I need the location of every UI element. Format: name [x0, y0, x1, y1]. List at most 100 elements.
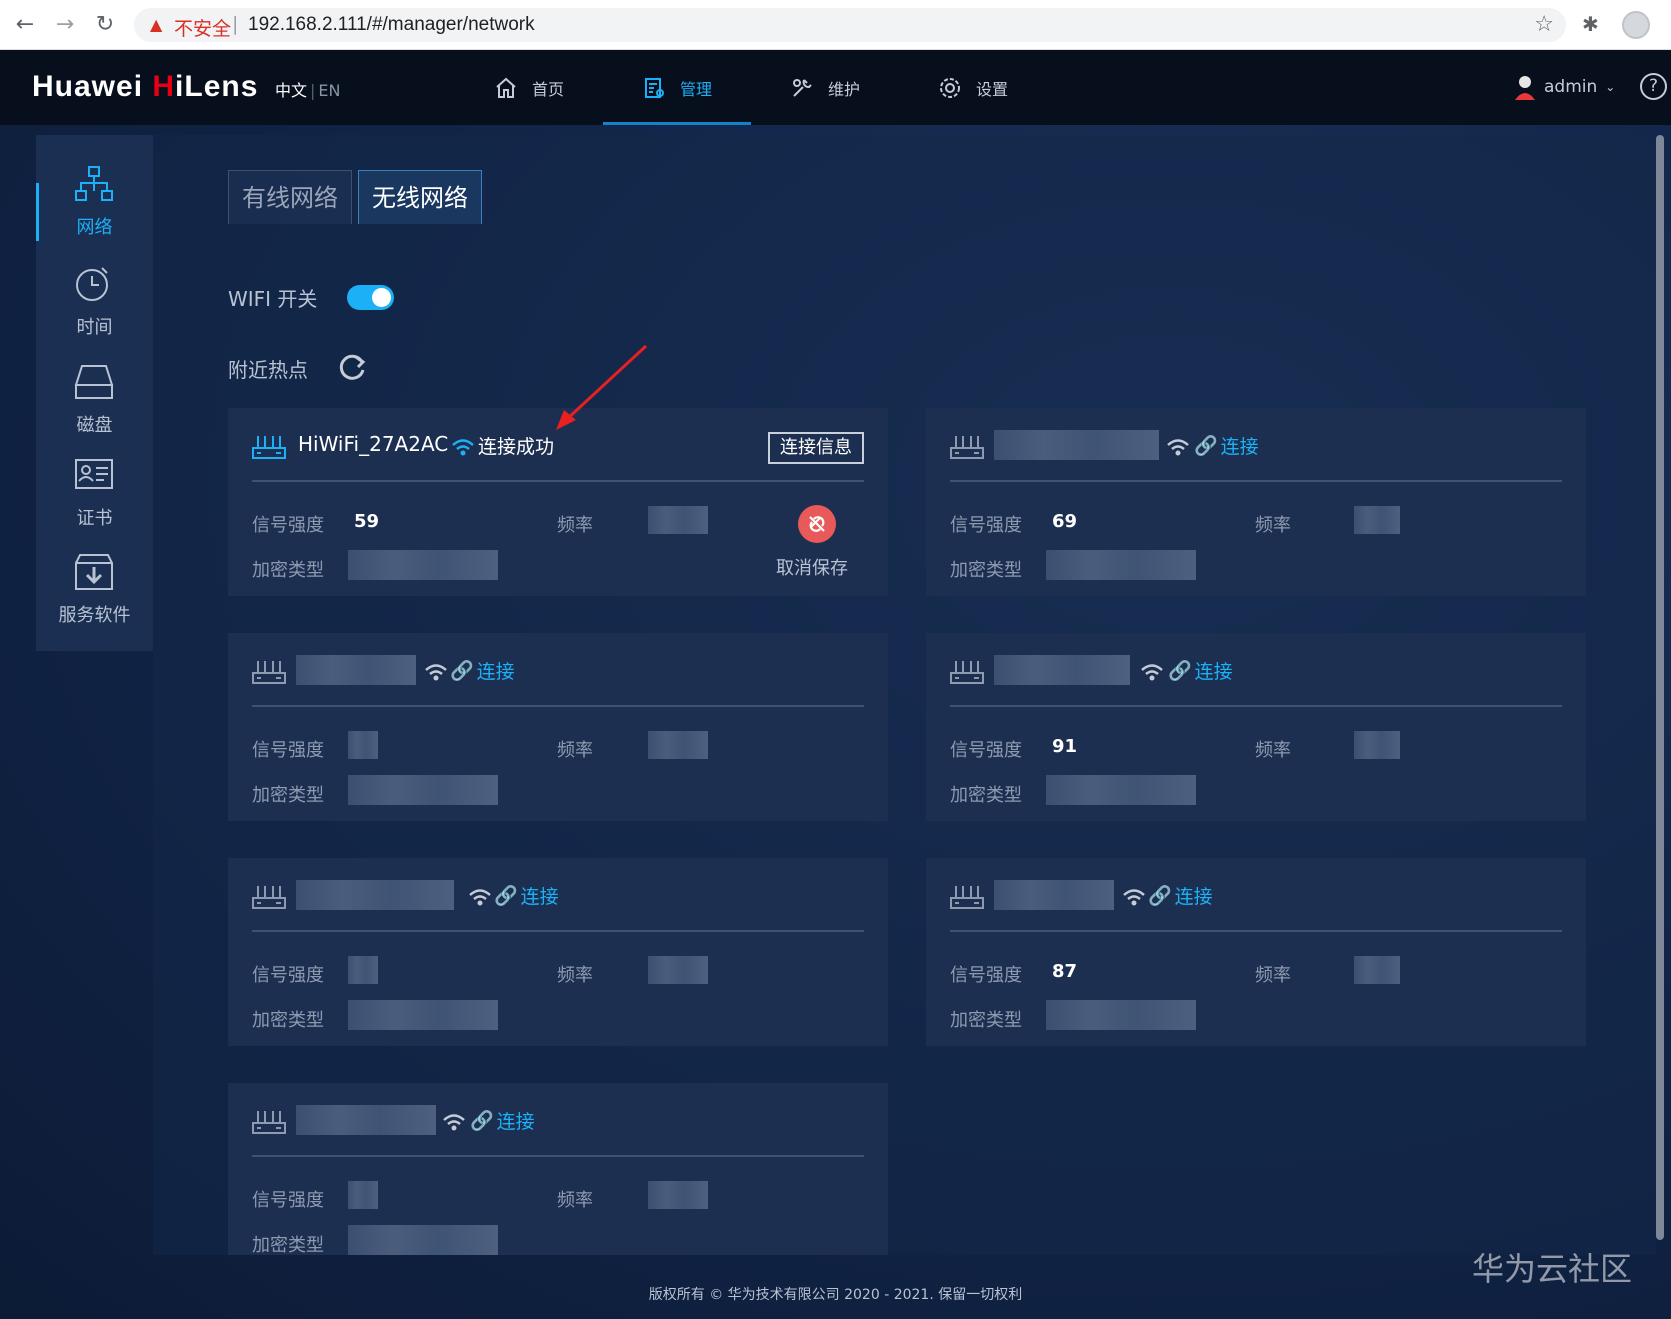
ssid-masked: [994, 880, 1114, 910]
hotspot-card: HiWiFi_27A2AC 连接成功 连接信息 信号强度 59 频率 加密类型 …: [228, 408, 888, 596]
wifi-icon: [425, 664, 447, 681]
signal-value-masked: [348, 731, 378, 759]
url-text[interactable]: 192.168.2.111/#/manager/network: [248, 14, 535, 36]
back-arrow-icon[interactable]: ←: [12, 12, 38, 38]
unsave-button[interactable]: 取消保存: [776, 554, 848, 580]
sidebar: 网络 时间 磁盘 证书 服务软件: [36, 135, 153, 651]
hotspot-card: 🔗 连接 信号强度 频率 加密类型: [228, 1083, 888, 1256]
signal-value: 69: [1052, 511, 1078, 532]
sidebar-item-time[interactable]: 时间: [36, 255, 153, 345]
signal-label: 信号强度: [252, 1190, 324, 1211]
tab-wireless-network[interactable]: 无线网络: [358, 170, 482, 224]
lang-en[interactable]: EN: [318, 81, 340, 100]
connect-link[interactable]: 🔗 连接: [1148, 882, 1213, 909]
encrypt-value-masked: [348, 1000, 498, 1030]
chevron-down-icon: ⌄: [1605, 80, 1616, 94]
bookmark-star-icon[interactable]: ☆: [1534, 12, 1554, 37]
encrypt-value-masked: [1046, 775, 1196, 805]
ssid-masked: [296, 880, 454, 910]
freq-label: 频率: [1255, 740, 1291, 761]
card-divider: [950, 930, 1562, 932]
freq-label: 频率: [557, 515, 593, 536]
freq-value-masked: [1354, 956, 1400, 984]
connect-link[interactable]: 🔗 连接: [450, 657, 515, 684]
encrypt-label: 加密类型: [950, 560, 1022, 581]
nav-maintenance[interactable]: 维护: [751, 50, 899, 125]
signal-label: 信号强度: [252, 740, 324, 761]
encrypt-label: 加密类型: [252, 1010, 324, 1031]
user-menu[interactable]: admin ⌄: [1514, 74, 1615, 100]
disk-icon: [74, 365, 114, 399]
sidebar-item-service-software[interactable]: 服务软件: [36, 543, 153, 633]
encrypt-value-masked: [348, 550, 498, 580]
router-icon: [950, 886, 984, 909]
language-switch: 中文 | EN: [275, 81, 341, 100]
link-icon: 🔗: [1194, 435, 1218, 457]
unsave-icon[interactable]: [798, 505, 836, 543]
reload-icon[interactable]: ↻: [92, 12, 118, 38]
extensions-puzzle-icon[interactable]: ✱: [1582, 12, 1599, 36]
wifi-icon: [1123, 889, 1145, 906]
encrypt-label: 加密类型: [950, 785, 1022, 806]
router-icon: [252, 436, 286, 459]
signal-label: 信号强度: [950, 740, 1022, 761]
wifi-icon: [1141, 664, 1163, 681]
app-header: Huawei HiLens 中文 | EN 首页 管理 维护 设置 admin ⌄ …: [0, 50, 1671, 125]
signal-value-masked: [348, 1181, 378, 1209]
address-bar[interactable]: ▲ 不安全 | 192.168.2.111/#/manager/network …: [134, 8, 1566, 42]
signal-value: 87: [1052, 961, 1078, 982]
profile-avatar-icon[interactable]: [1622, 11, 1650, 39]
scrollbar[interactable]: [1656, 135, 1664, 1240]
connect-link[interactable]: 🔗 连接: [1194, 432, 1259, 459]
wifi-icon: [469, 889, 491, 906]
ssid-masked: [994, 430, 1159, 460]
connection-info-button[interactable]: 连接信息: [768, 432, 864, 464]
clock-icon: [76, 267, 108, 301]
card-divider: [252, 930, 864, 932]
top-nav: 首页 管理 维护 设置: [455, 50, 1047, 125]
connect-link[interactable]: 🔗 连接: [494, 882, 559, 909]
connect-link[interactable]: 🔗 连接: [1168, 657, 1233, 684]
nav-home[interactable]: 首页: [455, 50, 603, 125]
refresh-icon[interactable]: [339, 353, 367, 381]
wifi-switch-label: WIFI 开关: [228, 287, 318, 311]
freq-label: 频率: [1255, 515, 1291, 536]
hotspot-card: 🔗 连接 信号强度 频率 加密类型: [228, 858, 888, 1046]
encrypt-value-masked: [1046, 1000, 1196, 1030]
sidebar-item-disk[interactable]: 磁盘: [36, 353, 153, 443]
signal-label: 信号强度: [950, 515, 1022, 536]
freq-label: 频率: [1255, 965, 1291, 986]
settings-icon: [939, 77, 960, 98]
help-icon[interactable]: ?: [1640, 73, 1667, 100]
sidebar-item-network[interactable]: 网络: [36, 155, 153, 245]
card-divider: [252, 705, 864, 707]
address-separator: |: [232, 13, 239, 35]
wifi-toggle[interactable]: [347, 285, 394, 310]
connect-link[interactable]: 🔗 连接: [470, 1107, 535, 1134]
footer-copyright: 版权所有 © 华为技术有限公司 2020 - 2021. 保留一切权利: [648, 1287, 1023, 1303]
signal-label: 信号强度: [252, 965, 324, 986]
router-icon: [950, 436, 984, 459]
forward-arrow-icon[interactable]: →: [52, 12, 78, 38]
hotspot-ssid: HiWiFi_27A2AC: [298, 432, 449, 456]
nav-settings[interactable]: 设置: [899, 50, 1047, 125]
lang-zh[interactable]: 中文: [275, 81, 307, 100]
signal-label: 信号强度: [950, 965, 1022, 986]
link-icon: 🔗: [494, 885, 518, 907]
router-icon: [252, 886, 286, 909]
ssid-masked: [296, 1105, 436, 1135]
encrypt-label: 加密类型: [252, 785, 324, 806]
tab-wired-network[interactable]: 有线网络: [228, 170, 352, 224]
card-divider: [252, 480, 864, 482]
encrypt-label: 加密类型: [950, 1010, 1022, 1031]
encrypt-label: 加密类型: [252, 1235, 324, 1256]
nav-manage[interactable]: 管理: [603, 50, 751, 125]
network-icon: [75, 166, 113, 201]
sidebar-item-certificate[interactable]: 证书: [36, 446, 153, 536]
freq-value-masked: [1354, 731, 1400, 759]
encrypt-value-masked: [1046, 550, 1196, 580]
wifi-icon: [1167, 439, 1189, 456]
freq-label: 频率: [557, 740, 593, 761]
hotspot-card: 🔗 连接 信号强度 69 频率 加密类型: [926, 408, 1586, 596]
router-icon: [252, 1111, 286, 1134]
